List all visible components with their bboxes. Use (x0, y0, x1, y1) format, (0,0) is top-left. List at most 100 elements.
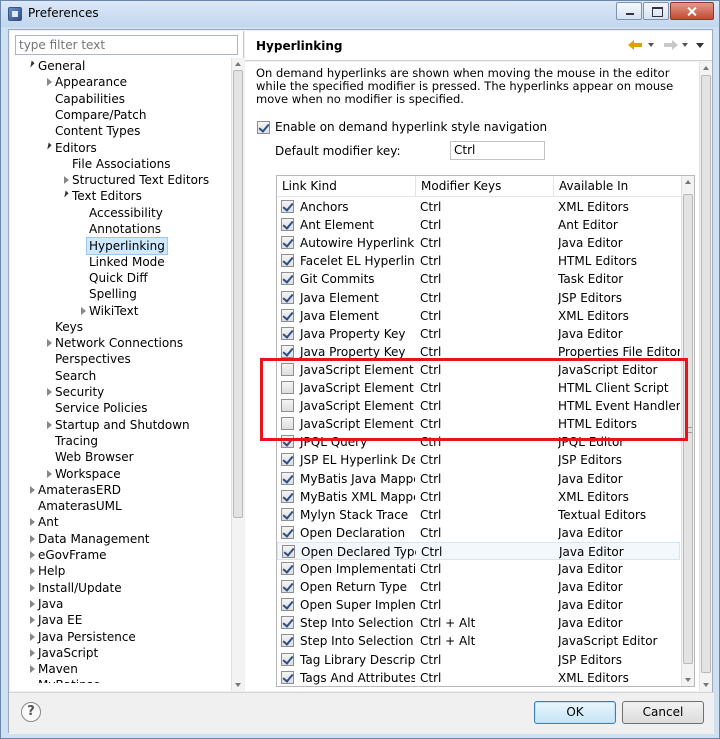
table-row[interactable]: Java Element Ctrl XML Editors (277, 307, 680, 325)
table-row[interactable]: Tag Library Descriptor Ctrl JSP Editors (277, 651, 680, 669)
row-checkbox[interactable] (281, 236, 294, 250)
row-checkbox[interactable] (281, 308, 294, 322)
table-row[interactable]: Facelet EL Hyperlink ... Ctrl HTML Editors (277, 252, 680, 270)
cell-modifier-keys[interactable]: Ctrl (420, 289, 554, 307)
row-checkbox[interactable] (281, 435, 294, 449)
row-checkbox[interactable] (281, 598, 294, 612)
expand-closed-icon[interactable] (27, 629, 37, 645)
row-checkbox[interactable] (281, 290, 294, 304)
row-checkbox[interactable] (281, 381, 294, 394)
default-modifier-input[interactable]: Ctrl (450, 141, 545, 160)
row-checkbox[interactable] (281, 453, 294, 467)
cell-modifier-keys[interactable]: Ctrl (420, 524, 554, 542)
row-checkbox[interactable] (281, 652, 294, 666)
filter-input[interactable] (16, 36, 237, 54)
view-menu-icon[interactable] (696, 42, 704, 48)
scroll-down-icon[interactable] (703, 683, 709, 687)
row-checkbox[interactable] (281, 507, 294, 521)
scroll-up-icon[interactable] (703, 66, 709, 70)
cell-modifier-keys[interactable]: Ctrl (420, 415, 554, 433)
table-row[interactable]: Step Into Selection Ctrl + Alt Java Editor (277, 614, 680, 632)
row-checkbox[interactable] (281, 254, 294, 268)
expand-open-icon[interactable] (27, 58, 37, 74)
forward-arrow-icon[interactable] (662, 39, 678, 51)
table-row[interactable]: Anchors Ctrl XML Editors (277, 198, 680, 216)
row-checkbox[interactable] (281, 562, 294, 575)
expand-open-icon[interactable] (61, 188, 71, 204)
table-row[interactable]: JSP EL Hyperlink Det... Ctrl JSP Editors (277, 451, 680, 469)
expand-closed-icon[interactable] (27, 514, 37, 530)
expand-closed-icon[interactable] (44, 417, 54, 433)
cell-modifier-keys[interactable]: Ctrl (420, 397, 554, 415)
expand-closed-icon[interactable] (44, 384, 54, 400)
table-row[interactable]: Java Element Ctrl JSP Editors (277, 289, 680, 307)
table-row[interactable]: Step Into Selection Ctrl + Alt JavaScript … (277, 632, 680, 650)
row-checkbox[interactable] (281, 362, 294, 376)
cell-modifier-keys[interactable]: Ctrl (420, 506, 554, 524)
enable-hyperlink-checkbox-row[interactable]: Enable on demand hyperlink style navigat… (257, 120, 547, 134)
back-arrow-icon[interactable] (628, 39, 644, 51)
cell-modifier-keys[interactable]: Ctrl (420, 216, 554, 234)
scroll-up-icon[interactable] (235, 62, 241, 66)
page-scrollbar[interactable] (699, 62, 712, 691)
expand-closed-icon[interactable] (27, 661, 37, 677)
expand-closed-icon[interactable] (44, 335, 54, 351)
back-dropdown-icon[interactable] (648, 43, 654, 47)
filter-field[interactable] (15, 35, 238, 55)
forward-dropdown-icon[interactable] (682, 43, 688, 47)
cell-modifier-keys[interactable]: Ctrl (420, 488, 554, 506)
expand-closed-icon[interactable] (44, 74, 54, 90)
row-checkbox[interactable] (281, 489, 294, 503)
cell-modifier-keys[interactable]: Ctrl (420, 596, 554, 614)
maximize-button[interactable] (643, 2, 669, 20)
row-checkbox[interactable] (281, 417, 294, 431)
cell-modifier-keys[interactable]: Ctrl (420, 470, 554, 488)
cell-modifier-keys[interactable]: Ctrl (421, 543, 555, 561)
scroll-down-icon[interactable] (235, 683, 241, 687)
cell-modifier-keys[interactable]: Ctrl (420, 379, 554, 397)
table-row[interactable]: Open Implementation Ctrl Java Editor (277, 560, 680, 578)
scroll-up-icon[interactable] (685, 180, 691, 184)
table-row[interactable]: Java Property Key Ctrl Properties File Edi… (277, 343, 680, 361)
cell-modifier-keys[interactable]: Ctrl + Alt (420, 614, 554, 632)
cell-modifier-keys[interactable]: Ctrl + Alt (420, 632, 554, 650)
row-checkbox[interactable] (281, 580, 294, 594)
table-row[interactable]: Mylyn Stack Trace Ctrl Textual Editors (277, 506, 680, 524)
table-row[interactable]: Autowire Hyperlink ... Ctrl Java Editor (277, 234, 680, 252)
expand-open-icon[interactable] (44, 140, 54, 156)
cell-modifier-keys[interactable]: Ctrl (420, 343, 554, 361)
tree-scroll-thumb[interactable] (233, 70, 243, 518)
table-row[interactable]: Open Return Type Ctrl Java Editor (277, 578, 680, 596)
table-row[interactable]: Git Commits Ctrl Task Editor (277, 270, 680, 288)
table-row[interactable]: MyBatis XML Mappe... Ctrl XML Editors (277, 488, 680, 506)
table-scrollbar[interactable] (681, 176, 694, 686)
row-checkbox[interactable] (281, 272, 294, 286)
cell-modifier-keys[interactable]: Ctrl (420, 361, 554, 379)
table-row[interactable]: Java Property Key Ctrl Java Editor (277, 325, 680, 343)
row-checkbox[interactable] (281, 634, 294, 648)
expand-closed-icon[interactable] (44, 466, 54, 482)
row-checkbox[interactable] (281, 616, 294, 630)
table-row[interactable]: Open Declaration Ctrl Java Editor (277, 524, 680, 542)
enable-hyperlink-checkbox[interactable] (257, 120, 270, 134)
table-scroll-thumb[interactable] (683, 194, 693, 664)
expand-closed-icon[interactable] (27, 596, 37, 612)
row-checkbox[interactable] (281, 399, 294, 413)
cell-modifier-keys[interactable]: Ctrl (420, 252, 554, 270)
row-checkbox[interactable] (281, 525, 294, 539)
cell-modifier-keys[interactable]: Ctrl (420, 669, 554, 686)
expand-closed-icon[interactable] (27, 645, 37, 661)
close-button[interactable] (670, 2, 714, 20)
row-checkbox[interactable] (281, 670, 294, 684)
column-header-modifier-keys[interactable]: Modifier Keys (416, 176, 554, 197)
table-row[interactable]: JavaScript Element Ctrl JavaScript Editor (277, 361, 680, 379)
help-icon[interactable]: ? (21, 702, 41, 722)
table-row[interactable]: JPQL Query Ctrl JPQL Editor (277, 433, 680, 451)
cell-modifier-keys[interactable]: Ctrl (420, 307, 554, 325)
tree-scrollbar[interactable] (231, 58, 244, 691)
row-checkbox[interactable] (281, 326, 294, 340)
cancel-button[interactable]: Cancel (622, 701, 704, 724)
row-checkbox[interactable] (281, 218, 294, 232)
expand-closed-icon[interactable] (61, 172, 71, 188)
expand-closed-icon[interactable] (27, 531, 37, 547)
